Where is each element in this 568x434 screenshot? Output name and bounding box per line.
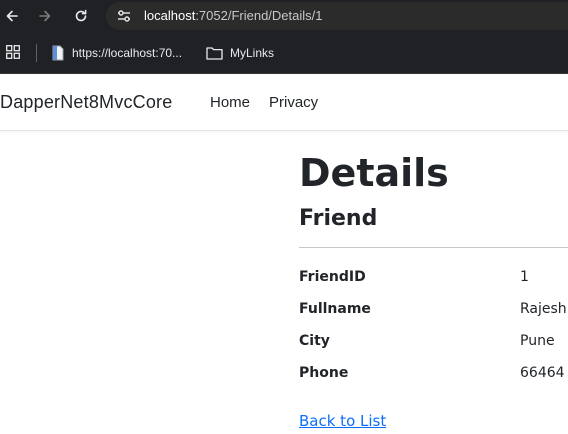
detail-row-phone: Phone 66464 xyxy=(299,365,568,387)
field-label: Phone xyxy=(299,365,349,381)
detail-row-city: City Pune xyxy=(299,333,568,355)
apps-grid-icon[interactable] xyxy=(6,45,20,59)
field-value: 1 xyxy=(520,269,529,285)
nav-link-home[interactable]: Home xyxy=(210,94,250,111)
bookmarks-bar: https://localhost:70... MyLinks xyxy=(0,33,568,74)
field-label: City xyxy=(299,333,330,349)
back-to-list-link[interactable]: Back to List xyxy=(299,412,386,430)
page-subtitle: Friend xyxy=(299,206,378,231)
bookmark-localhost[interactable]: https://localhost:70... xyxy=(51,43,182,63)
brand-link[interactable]: DapperNet8MvcCore xyxy=(0,92,172,113)
page-title: Details xyxy=(299,151,449,195)
bookmark-label: MyLinks xyxy=(230,46,275,60)
browser-toolbar: localhost:7052/Friend/Details/1 xyxy=(0,0,568,33)
bookmark-label: https://localhost:70... xyxy=(72,46,183,60)
bookmarks-divider xyxy=(36,44,37,62)
site-navbar: DapperNet8MvcCore Home Privacy xyxy=(0,75,568,131)
reload-icon[interactable] xyxy=(71,6,91,26)
folder-icon xyxy=(206,47,223,60)
nav-link-privacy[interactable]: Privacy xyxy=(269,94,318,111)
back-arrow-icon[interactable] xyxy=(2,6,22,26)
field-value: Rajesh xyxy=(520,301,567,317)
page-icon xyxy=(52,45,64,61)
field-value: Pune xyxy=(520,333,555,349)
detail-row-friendid: FriendID 1 xyxy=(299,269,568,291)
divider xyxy=(299,247,568,248)
address-bar[interactable]: localhost:7052/Friend/Details/1 xyxy=(106,2,568,30)
forward-arrow-icon[interactable] xyxy=(35,6,55,26)
field-label: Fullname xyxy=(299,301,371,317)
url-text[interactable]: localhost:7052/Friend/Details/1 xyxy=(144,8,323,23)
detail-row-fullname: Fullname Rajesh xyxy=(299,301,568,323)
site-settings-icon[interactable] xyxy=(115,7,133,25)
field-label: FriendID xyxy=(299,269,366,285)
bookmark-mylinks[interactable]: MyLinks xyxy=(206,43,274,63)
field-value: 66464 xyxy=(520,365,565,381)
